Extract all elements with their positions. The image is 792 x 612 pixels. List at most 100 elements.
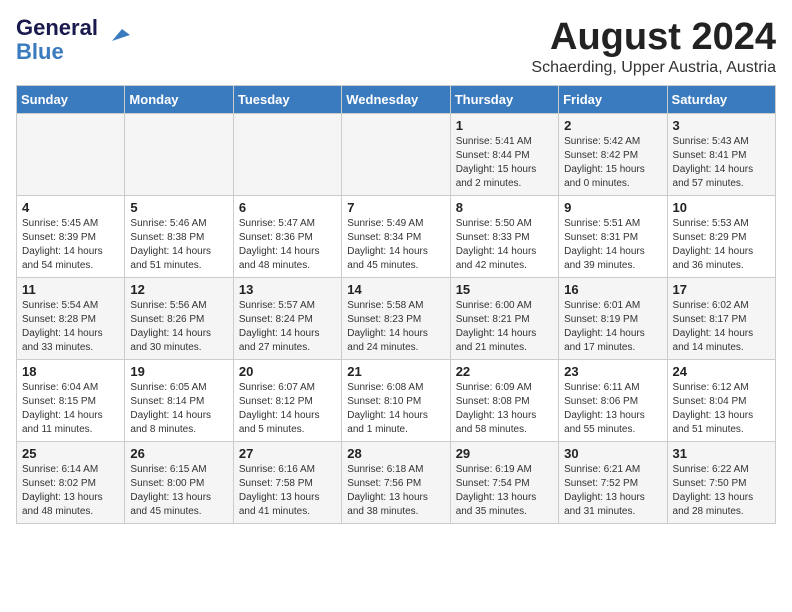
day-info: Sunrise: 6:16 AMSunset: 7:58 PMDaylight:… bbox=[239, 463, 336, 519]
day-info: Sunrise: 5:57 AMSunset: 8:24 PMDaylight:… bbox=[239, 299, 336, 355]
day-number: 1 bbox=[456, 118, 553, 133]
day-number: 30 bbox=[564, 446, 661, 461]
calendar-cell: 10 Sunrise: 5:53 AMSunset: 8:29 PMDayligh… bbox=[667, 196, 775, 278]
day-number: 5 bbox=[130, 200, 227, 215]
calendar-cell: 17 Sunrise: 6:02 AMSunset: 8:17 PMDayligh… bbox=[667, 278, 775, 360]
calendar-cell: 8 Sunrise: 5:50 AMSunset: 8:33 PMDaylight… bbox=[450, 196, 558, 278]
day-number: 15 bbox=[456, 282, 553, 297]
logo: General Blue bbox=[16, 16, 132, 64]
day-info: Sunrise: 5:42 AMSunset: 8:42 PMDaylight:… bbox=[564, 135, 661, 191]
calendar-cell: 25 Sunrise: 6:14 AMSunset: 8:02 PMDayligh… bbox=[17, 442, 125, 524]
location-title: Schaerding, Upper Austria, Austria bbox=[531, 59, 776, 77]
day-number: 21 bbox=[347, 364, 444, 379]
calendar-cell: 12Sunrise: 5:56 AMSunset: 8:26 PMDayligh… bbox=[125, 278, 233, 360]
title-area: August 2024 Schaerding, Upper Austria, A… bbox=[531, 16, 776, 77]
week-row-3: 11Sunrise: 5:54 AMSunset: 8:28 PMDayligh… bbox=[17, 278, 776, 360]
day-number: 26 bbox=[130, 446, 227, 461]
logo-icon bbox=[102, 21, 132, 51]
col-header-saturday: Saturday bbox=[667, 86, 775, 114]
day-info: Sunrise: 5:45 AMSunset: 8:39 PMDaylight:… bbox=[22, 217, 119, 273]
logo-blue: Blue bbox=[16, 39, 64, 64]
week-row-1: 1 Sunrise: 5:41 AMSunset: 8:44 PMDaylight… bbox=[17, 114, 776, 196]
calendar-cell: 1 Sunrise: 5:41 AMSunset: 8:44 PMDaylight… bbox=[450, 114, 558, 196]
calendar-cell: 4 Sunrise: 5:45 AMSunset: 8:39 PMDaylight… bbox=[17, 196, 125, 278]
day-info: Sunrise: 5:41 AMSunset: 8:44 PMDaylight:… bbox=[456, 135, 553, 191]
day-info: Sunrise: 6:04 AMSunset: 8:15 PMDaylight:… bbox=[22, 381, 119, 437]
week-row-5: 25 Sunrise: 6:14 AMSunset: 8:02 PMDayligh… bbox=[17, 442, 776, 524]
day-info: Sunrise: 5:53 AMSunset: 8:29 PMDaylight:… bbox=[673, 217, 770, 273]
col-header-wednesday: Wednesday bbox=[342, 86, 450, 114]
day-info: Sunrise: 6:01 AMSunset: 8:19 PMDaylight:… bbox=[564, 299, 661, 355]
day-info: Sunrise: 6:02 AMSunset: 8:17 PMDaylight:… bbox=[673, 299, 770, 355]
day-info: Sunrise: 5:47 AMSunset: 8:36 PMDaylight:… bbox=[239, 217, 336, 273]
calendar-table: SundayMondayTuesdayWednesdayThursdayFrid… bbox=[16, 85, 776, 524]
day-info: Sunrise: 6:21 AMSunset: 7:52 PMDaylight:… bbox=[564, 463, 661, 519]
day-number: 8 bbox=[456, 200, 553, 215]
day-info: Sunrise: 5:46 AMSunset: 8:38 PMDaylight:… bbox=[130, 217, 227, 273]
calendar-cell: 27 Sunrise: 6:16 AMSunset: 7:58 PMDayligh… bbox=[233, 442, 341, 524]
calendar-cell: 30 Sunrise: 6:21 AMSunset: 7:52 PMDayligh… bbox=[559, 442, 667, 524]
day-info: Sunrise: 6:07 AMSunset: 8:12 PMDaylight:… bbox=[239, 381, 336, 437]
week-row-2: 4 Sunrise: 5:45 AMSunset: 8:39 PMDaylight… bbox=[17, 196, 776, 278]
day-number: 10 bbox=[673, 200, 770, 215]
day-info: Sunrise: 5:56 AMSunset: 8:26 PMDaylight:… bbox=[130, 299, 227, 355]
calendar-cell: 18Sunrise: 6:04 AMSunset: 8:15 PMDayligh… bbox=[17, 360, 125, 442]
calendar-cell: 9 Sunrise: 5:51 AMSunset: 8:31 PMDaylight… bbox=[559, 196, 667, 278]
col-header-tuesday: Tuesday bbox=[233, 86, 341, 114]
header: General Blue August 2024 Schaerding, Upp… bbox=[16, 16, 776, 77]
day-number: 6 bbox=[239, 200, 336, 215]
calendar-cell: 28 Sunrise: 6:18 AMSunset: 7:56 PMDayligh… bbox=[342, 442, 450, 524]
day-info: Sunrise: 6:11 AMSunset: 8:06 PMDaylight:… bbox=[564, 381, 661, 437]
calendar-cell bbox=[233, 114, 341, 196]
week-row-4: 18Sunrise: 6:04 AMSunset: 8:15 PMDayligh… bbox=[17, 360, 776, 442]
day-info: Sunrise: 5:51 AMSunset: 8:31 PMDaylight:… bbox=[564, 217, 661, 273]
day-number: 9 bbox=[564, 200, 661, 215]
day-info: Sunrise: 6:00 AMSunset: 8:21 PMDaylight:… bbox=[456, 299, 553, 355]
day-number: 28 bbox=[347, 446, 444, 461]
day-number: 4 bbox=[22, 200, 119, 215]
calendar-cell: 19Sunrise: 6:05 AMSunset: 8:14 PMDayligh… bbox=[125, 360, 233, 442]
calendar-cell: 3Sunrise: 5:43 AMSunset: 8:41 PMDaylight… bbox=[667, 114, 775, 196]
calendar-cell: 26 Sunrise: 6:15 AMSunset: 8:00 PMDayligh… bbox=[125, 442, 233, 524]
day-number: 22 bbox=[456, 364, 553, 379]
day-info: Sunrise: 6:14 AMSunset: 8:02 PMDaylight:… bbox=[22, 463, 119, 519]
calendar-cell: 15 Sunrise: 6:00 AMSunset: 8:21 PMDayligh… bbox=[450, 278, 558, 360]
calendar-cell: 23 Sunrise: 6:11 AMSunset: 8:06 PMDayligh… bbox=[559, 360, 667, 442]
day-info: Sunrise: 5:58 AMSunset: 8:23 PMDaylight:… bbox=[347, 299, 444, 355]
day-number: 13 bbox=[239, 282, 336, 297]
calendar-cell: 7Sunrise: 5:49 AMSunset: 8:34 PMDaylight… bbox=[342, 196, 450, 278]
day-number: 20 bbox=[239, 364, 336, 379]
calendar-cell: 20 Sunrise: 6:07 AMSunset: 8:12 PMDayligh… bbox=[233, 360, 341, 442]
calendar-cell: 5 Sunrise: 5:46 AMSunset: 8:38 PMDaylight… bbox=[125, 196, 233, 278]
col-header-friday: Friday bbox=[559, 86, 667, 114]
day-number: 17 bbox=[673, 282, 770, 297]
day-number: 25 bbox=[22, 446, 119, 461]
day-number: 29 bbox=[456, 446, 553, 461]
calendar-header-row: SundayMondayTuesdayWednesdayThursdayFrid… bbox=[17, 86, 776, 114]
day-info: Sunrise: 6:18 AMSunset: 7:56 PMDaylight:… bbox=[347, 463, 444, 519]
day-number: 14 bbox=[347, 282, 444, 297]
col-header-thursday: Thursday bbox=[450, 86, 558, 114]
day-number: 2 bbox=[564, 118, 661, 133]
day-info: Sunrise: 5:43 AMSunset: 8:41 PMDaylight:… bbox=[673, 135, 770, 191]
day-info: Sunrise: 6:15 AMSunset: 8:00 PMDaylight:… bbox=[130, 463, 227, 519]
calendar-cell bbox=[125, 114, 233, 196]
day-info: Sunrise: 6:12 AMSunset: 8:04 PMDaylight:… bbox=[673, 381, 770, 437]
day-info: Sunrise: 6:19 AMSunset: 7:54 PMDaylight:… bbox=[456, 463, 553, 519]
calendar-cell: 11Sunrise: 5:54 AMSunset: 8:28 PMDayligh… bbox=[17, 278, 125, 360]
day-number: 16 bbox=[564, 282, 661, 297]
day-info: Sunrise: 6:09 AMSunset: 8:08 PMDaylight:… bbox=[456, 381, 553, 437]
calendar-cell: 21Sunrise: 6:08 AMSunset: 8:10 PMDayligh… bbox=[342, 360, 450, 442]
day-number: 31 bbox=[673, 446, 770, 461]
col-header-monday: Monday bbox=[125, 86, 233, 114]
day-number: 27 bbox=[239, 446, 336, 461]
logo-text: General Blue bbox=[16, 16, 98, 64]
calendar-cell: 16 Sunrise: 6:01 AMSunset: 8:19 PMDayligh… bbox=[559, 278, 667, 360]
day-number: 23 bbox=[564, 364, 661, 379]
day-info: Sunrise: 5:49 AMSunset: 8:34 PMDaylight:… bbox=[347, 217, 444, 273]
day-info: Sunrise: 5:50 AMSunset: 8:33 PMDaylight:… bbox=[456, 217, 553, 273]
day-info: Sunrise: 6:05 AMSunset: 8:14 PMDaylight:… bbox=[130, 381, 227, 437]
day-number: 24 bbox=[673, 364, 770, 379]
calendar-cell: 6 Sunrise: 5:47 AMSunset: 8:36 PMDaylight… bbox=[233, 196, 341, 278]
col-header-sunday: Sunday bbox=[17, 86, 125, 114]
